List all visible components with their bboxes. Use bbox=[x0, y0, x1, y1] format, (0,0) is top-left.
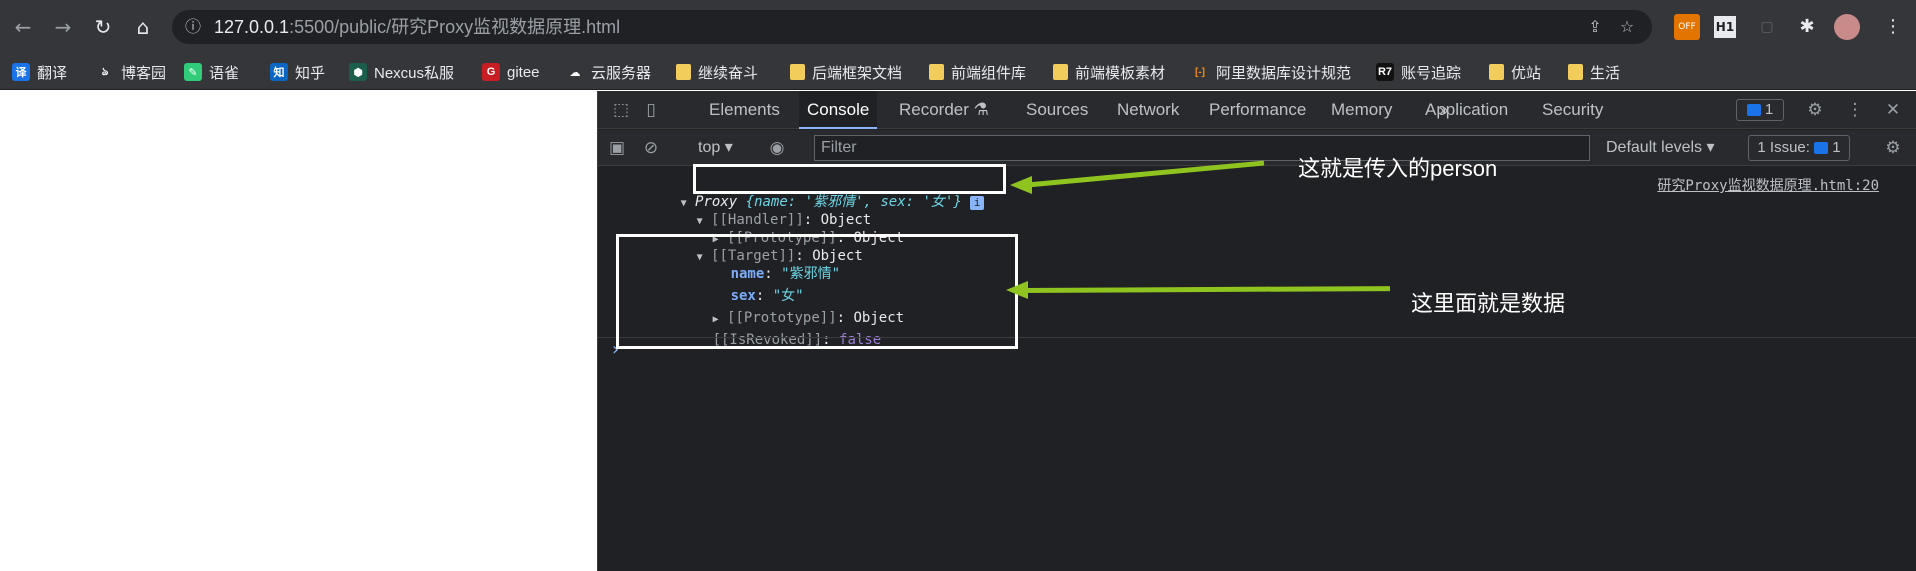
tab-performance[interactable]: Performance bbox=[1201, 91, 1314, 129]
bookmark-item[interactable]: ঌ 博客园 bbox=[96, 54, 166, 90]
bookmark-label: 前端模板素材 bbox=[1075, 64, 1166, 82]
clear-console-icon[interactable]: ⊘ bbox=[640, 137, 662, 159]
inspect-element-icon[interactable]: ⬚ bbox=[610, 99, 632, 121]
back-button[interactable]: ← bbox=[10, 14, 36, 40]
zhihu-icon: 知 bbox=[270, 63, 288, 81]
folder-icon bbox=[790, 64, 805, 80]
bookmark-label: 账号追踪 bbox=[1401, 64, 1462, 82]
bookmark-item[interactable]: 知知乎 bbox=[270, 54, 325, 90]
tab-network[interactable]: Network bbox=[1109, 91, 1187, 129]
tab-recorder[interactable]: Recorder ⚗ bbox=[891, 91, 997, 129]
console-settings-gear-icon[interactable]: ⚙ bbox=[1882, 137, 1904, 159]
folder-icon bbox=[929, 64, 944, 80]
devtools-menu-icon[interactable]: ⋮ bbox=[1844, 99, 1866, 121]
folder-icon bbox=[1053, 64, 1068, 80]
messages-badge[interactable]: 1 bbox=[1736, 99, 1784, 121]
arrow-head-icon bbox=[1010, 176, 1032, 194]
bookmark-item[interactable]: ⬢ Nexcus私服 bbox=[349, 54, 454, 90]
avatar[interactable] bbox=[1834, 14, 1860, 40]
bookmark-label: 优站 bbox=[1511, 64, 1542, 82]
console-output: 研究Proxy监视数据原理.html:20 ▼ Proxy {name: '紫邪… bbox=[598, 167, 1916, 571]
tab-memory[interactable]: Memory bbox=[1323, 91, 1400, 129]
h1-extension-icon[interactable]: H1 bbox=[1714, 16, 1736, 38]
bookmark-item[interactable]: ☁ 云服务器 bbox=[566, 54, 651, 90]
browser-toolbar: ← → ↻ ⌂ ⓘ 127.0.0.1:5500/public/研究Proxy监… bbox=[0, 0, 1916, 54]
close-devtools-icon[interactable]: ✕ bbox=[1882, 99, 1904, 121]
log-levels-dropdown[interactable]: Default levels ▾ bbox=[1606, 130, 1715, 166]
address-bar[interactable]: ⓘ 127.0.0.1:5500/public/研究Proxy监视数据原理.ht… bbox=[172, 10, 1652, 44]
bookmark-item[interactable]: 后端框架文档 bbox=[790, 54, 902, 90]
bookmark-item[interactable]: 优站 bbox=[1489, 54, 1541, 90]
info-icon[interactable]: i bbox=[970, 196, 985, 210]
bookmark-label: 云服务器 bbox=[591, 64, 652, 82]
devtools-tab-bar: ⬚ ▯ Elements Console Recorder ⚗ Sources Netw… bbox=[598, 91, 1916, 129]
bookmark-item[interactable]: 继续奋斗 bbox=[676, 54, 758, 90]
settings-gear-icon[interactable]: ⚙ bbox=[1804, 99, 1826, 121]
more-tabs-button[interactable]: » bbox=[1431, 91, 1456, 129]
cloud-icon: ☁ bbox=[566, 63, 584, 81]
annotation-text-data: 这里面就是数据 bbox=[1411, 291, 1566, 316]
home-button[interactable]: ⌂ bbox=[130, 14, 156, 40]
annotation-box-target bbox=[616, 234, 1018, 349]
bookmark-item[interactable]: R7 账号追踪 bbox=[1376, 54, 1461, 90]
bookmark-label: 语雀 bbox=[209, 64, 240, 82]
device-toolbar-icon[interactable]: ▯ bbox=[640, 99, 662, 121]
sidebar-toggle-icon[interactable]: ▣ bbox=[606, 137, 628, 159]
bookmark-item[interactable]: Ggitee bbox=[482, 54, 540, 90]
folder-icon bbox=[676, 64, 691, 80]
bookmark-label: 阿里数据库设计规范 bbox=[1216, 64, 1352, 82]
bookmark-label: 知乎 bbox=[295, 64, 326, 82]
aliyun-icon: [-] bbox=[1191, 63, 1209, 81]
extension-off-icon[interactable]: OFF bbox=[1674, 14, 1700, 40]
bookmark-item[interactable]: ✎ 语雀 bbox=[184, 54, 239, 90]
forward-button[interactable]: → bbox=[50, 14, 76, 40]
bookmark-label: 后端框架文档 bbox=[812, 64, 903, 82]
annotation-box-proxy bbox=[693, 164, 1006, 194]
share-icon[interactable]: ⇪ bbox=[1584, 16, 1606, 38]
bookmark-label: 继续奋斗 bbox=[698, 64, 759, 82]
tab-security[interactable]: Security bbox=[1534, 91, 1611, 129]
bookmark-label: 生活 bbox=[1590, 64, 1621, 82]
page-content bbox=[0, 91, 597, 571]
message-icon bbox=[1746, 104, 1761, 117]
folder-icon bbox=[1568, 64, 1583, 80]
tab-console[interactable]: Console bbox=[799, 91, 878, 129]
bookmark-item[interactable]: 译翻译 bbox=[12, 54, 67, 90]
bookmark-item[interactable]: 生活 bbox=[1568, 54, 1620, 90]
bookmark-item[interactable]: [-] 阿里数据库设计规范 bbox=[1191, 54, 1351, 90]
folder-icon bbox=[1489, 64, 1504, 80]
bookmark-star-icon[interactable]: ☆ bbox=[1616, 16, 1638, 38]
bookmark-item[interactable]: 前端组件库 bbox=[929, 54, 1026, 90]
site-info-icon[interactable]: ⓘ bbox=[182, 16, 204, 38]
source-link[interactable]: 研究Proxy监视数据原理.html:20 bbox=[1657, 175, 1879, 195]
issue-icon bbox=[1814, 142, 1829, 155]
screenshot-extension-icon[interactable]: ▢ bbox=[1754, 14, 1780, 40]
gitee-icon: G bbox=[482, 63, 500, 81]
tab-sources[interactable]: Sources bbox=[1018, 91, 1096, 129]
bookmark-label: 翻译 bbox=[37, 64, 68, 82]
context-selector[interactable]: top ▾ bbox=[698, 130, 733, 166]
r7-icon: R7 bbox=[1376, 63, 1394, 81]
bookmark-item[interactable]: 前端模板素材 bbox=[1053, 54, 1165, 90]
extensions-puzzle-icon[interactable]: ✱ bbox=[1794, 14, 1820, 40]
yuque-icon: ✎ bbox=[184, 63, 202, 81]
nexus-icon: ⬢ bbox=[349, 63, 367, 81]
bookmark-label: gitee bbox=[507, 63, 540, 81]
issues-button[interactable]: 1 Issue: 1 bbox=[1748, 135, 1850, 161]
annotation-text-person: 这就是传入的person bbox=[1298, 156, 1498, 181]
bookmarks-bar: 译翻译 ঌ 博客园 ✎ 语雀 知知乎 ⬢ Nexcus私服 Ggitee ☁ 云服务器 继续奋斗 后端框… bbox=[0, 54, 1916, 90]
tab-elements[interactable]: Elements bbox=[701, 91, 788, 129]
cnblogs-icon: ঌ bbox=[96, 63, 114, 81]
bookmark-label: Nexcus私服 bbox=[374, 64, 455, 82]
reload-button[interactable]: ↻ bbox=[90, 14, 116, 40]
browser-menu-icon[interactable]: ⋮ bbox=[1880, 14, 1906, 40]
bookmark-label: 前端组件库 bbox=[951, 64, 1027, 82]
live-expression-eye-icon[interactable]: ◉ bbox=[766, 137, 788, 159]
translate-icon: 译 bbox=[12, 63, 30, 81]
arrow-head-icon bbox=[1006, 281, 1028, 299]
bookmark-label: 博客园 bbox=[121, 64, 167, 82]
url-text[interactable]: 127.0.0.1:5500/public/研究Proxy监视数据原理.html bbox=[214, 10, 620, 44]
